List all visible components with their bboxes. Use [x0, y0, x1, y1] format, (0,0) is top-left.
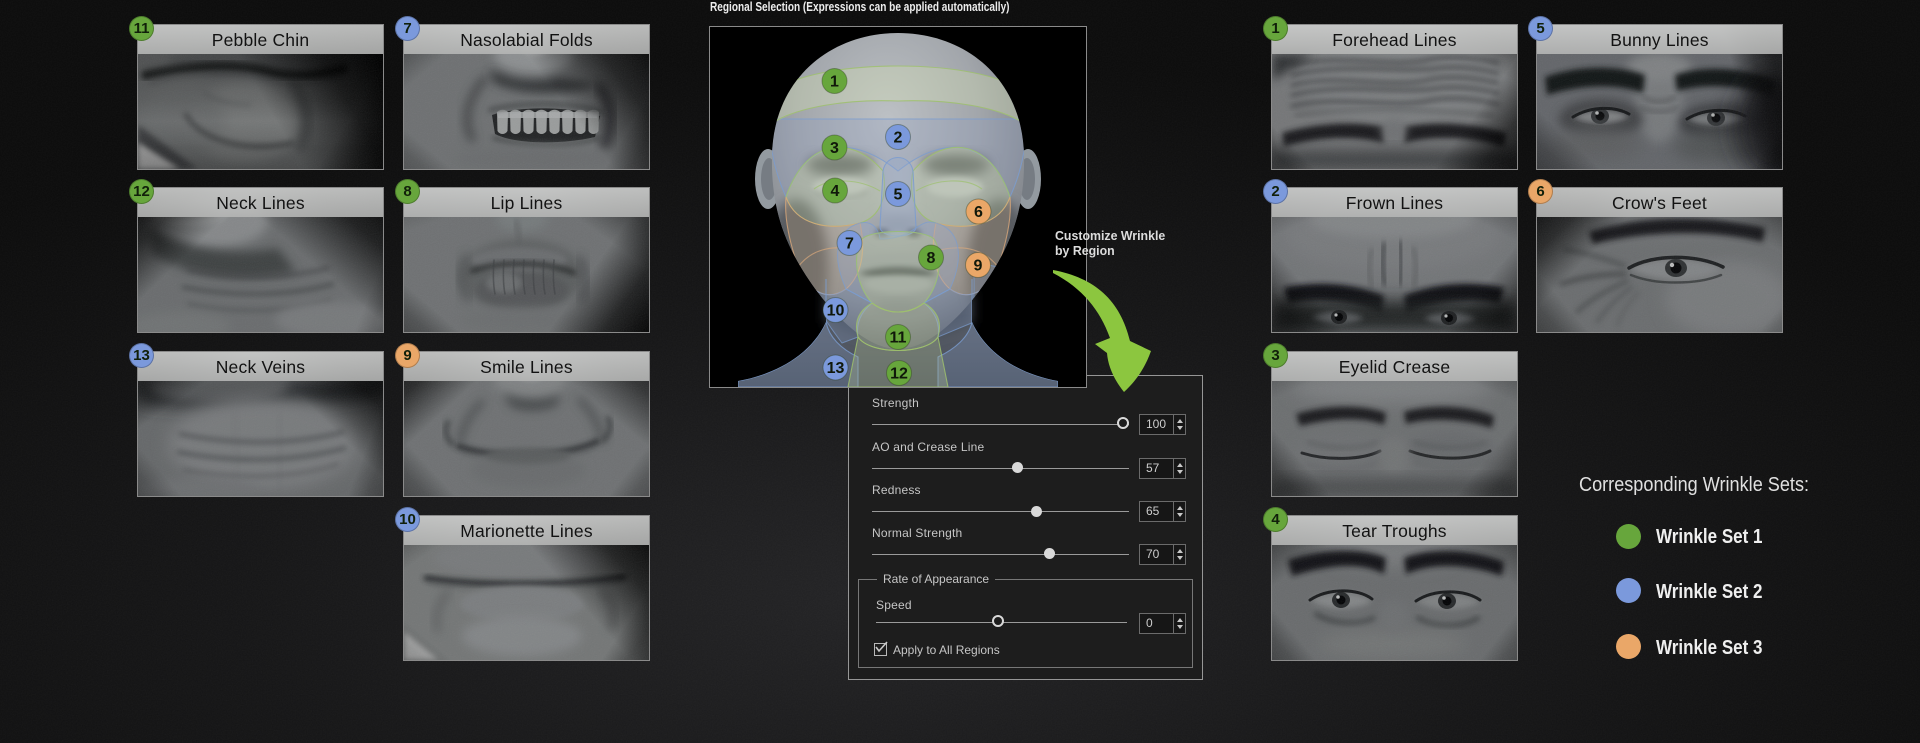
svg-text:2: 2 — [894, 130, 903, 147]
svg-text:5: 5 — [894, 187, 903, 204]
svg-text:4: 4 — [831, 183, 840, 200]
svg-text:11: 11 — [890, 330, 907, 347]
svg-text:9: 9 — [974, 258, 983, 275]
svg-text:13: 13 — [827, 360, 845, 377]
svg-text:6: 6 — [974, 204, 983, 221]
svg-text:8: 8 — [927, 250, 936, 267]
svg-text:7: 7 — [845, 236, 854, 253]
svg-text:12: 12 — [890, 366, 908, 383]
svg-text:3: 3 — [830, 140, 839, 157]
svg-text:10: 10 — [827, 303, 845, 320]
svg-text:1: 1 — [830, 74, 839, 91]
